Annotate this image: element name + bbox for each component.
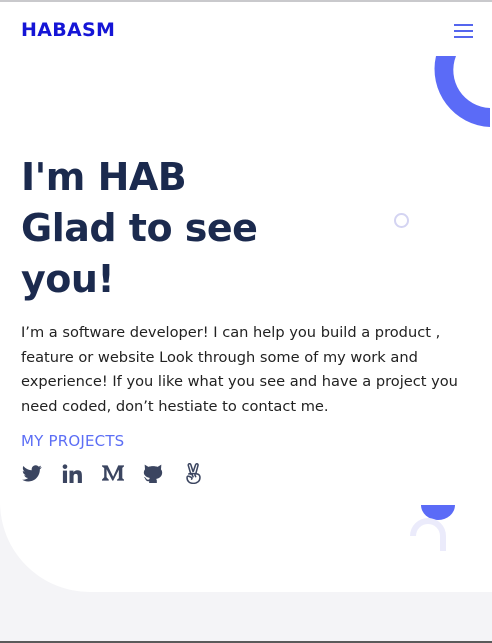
github-icon[interactable] <box>142 461 164 485</box>
medium-icon[interactable] <box>102 461 124 485</box>
hero-headline: I'm HAB Glad to see you! <box>21 152 258 305</box>
angellist-icon[interactable] <box>182 461 204 485</box>
twitter-icon[interactable] <box>21 461 43 485</box>
hamburger-menu-icon[interactable] <box>454 24 473 38</box>
decorative-arc-shape <box>434 56 490 127</box>
decorative-bottom-shapes <box>410 505 455 551</box>
linkedin-icon[interactable] <box>61 461 83 485</box>
decorative-ring <box>394 213 409 228</box>
brand-logo[interactable]: HABASM <box>21 19 115 41</box>
bio-text: I’m a software developer! I can help you… <box>21 324 458 415</box>
headline-line-3: you! <box>21 257 115 301</box>
my-projects-link[interactable]: MY PROJECTS <box>21 432 124 450</box>
headline-line-2: Glad to see <box>21 206 258 250</box>
hero-section: HABASM I'm HAB Glad to see you! I’m a so… <box>0 2 492 592</box>
headline-line-1: I'm HAB <box>21 155 187 199</box>
